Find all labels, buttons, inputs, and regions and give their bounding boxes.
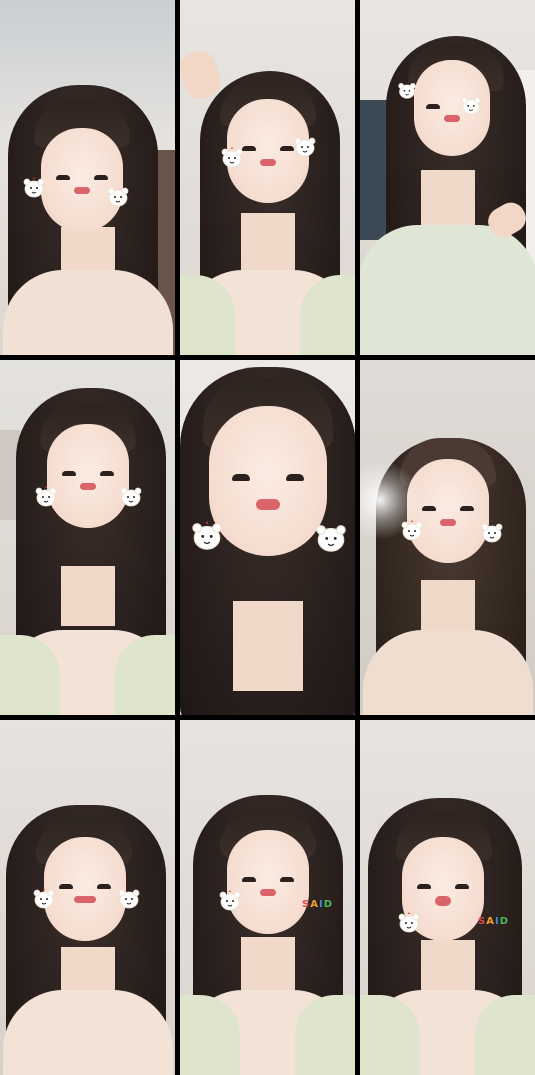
hanging-clothes (360, 100, 388, 240)
left-eye (231, 473, 250, 481)
bear-sticker-icon (293, 134, 317, 158)
sweater (360, 225, 535, 355)
said-sticker-text: SAID (302, 900, 333, 910)
right-eye (93, 174, 108, 180)
neck (420, 170, 475, 231)
bear-sticker-icon (220, 145, 244, 169)
bear-sticker-icon (32, 886, 56, 910)
photo-cell-6[interactable] (360, 360, 535, 715)
said-letter-4: D (323, 899, 333, 910)
lips (79, 483, 96, 491)
bear-sticker-icon (190, 518, 224, 552)
right-eye (285, 473, 304, 481)
face (226, 830, 309, 935)
shoulders (2, 270, 173, 355)
face (406, 459, 489, 564)
neck (232, 601, 303, 692)
photo-cell-9[interactable]: SAID (360, 720, 535, 1075)
neck (240, 936, 295, 997)
bear-sticker-icon (22, 175, 46, 199)
said-letter-2: A (310, 899, 319, 910)
lips (443, 115, 460, 123)
bear-sticker-icon (119, 484, 143, 508)
right-eye (279, 146, 294, 152)
photo-cell-7[interactable] (0, 720, 175, 1075)
bear-sticker-icon (480, 520, 504, 544)
photo-cell-1[interactable] (0, 0, 175, 355)
left-eye (55, 174, 70, 180)
left-eye (241, 876, 256, 882)
bear-sticker-icon (34, 484, 58, 508)
right-eye (454, 883, 469, 889)
right-eye (96, 883, 111, 889)
said-letter-1: S (478, 916, 487, 927)
said-sticker-text: SAID (478, 917, 509, 927)
face (208, 406, 327, 557)
left-eye (421, 506, 436, 512)
bear-sticker-icon (397, 80, 417, 100)
neck (240, 213, 295, 273)
photo-cell-2[interactable] (180, 0, 355, 355)
left-eye (61, 470, 76, 476)
said-letter-4: D (499, 916, 509, 927)
photo-cell-4[interactable] (0, 360, 175, 715)
lips (439, 518, 456, 526)
photo-cell-5[interactable] (180, 360, 355, 715)
lips (73, 187, 90, 195)
lips (259, 158, 276, 166)
right-eye (459, 506, 474, 512)
shoulders (362, 630, 533, 715)
photo-cell-8[interactable]: SAID (180, 720, 355, 1075)
lips (434, 896, 451, 907)
said-letter-1: S (302, 899, 311, 910)
neck (60, 565, 115, 626)
lips (259, 889, 276, 897)
bear-sticker-icon (400, 518, 424, 542)
photo-cell-3[interactable] (360, 0, 535, 355)
said-letter-2: A (486, 916, 495, 927)
left-eye (416, 883, 431, 889)
face (40, 127, 123, 232)
face (46, 423, 129, 528)
left-eye (425, 103, 440, 109)
lips (73, 896, 96, 904)
photo-grid: SAID SAID (0, 0, 535, 1075)
bear-sticker-icon (460, 94, 482, 116)
bear-sticker-icon (117, 886, 141, 910)
bear-sticker-icon (106, 184, 130, 208)
bear-sticker-icon (397, 910, 421, 934)
bear-sticker-icon (218, 888, 242, 912)
right-eye (99, 470, 114, 476)
shoulders (2, 990, 173, 1075)
bear-sticker-icon (314, 520, 348, 554)
lips (255, 499, 280, 511)
left-eye (58, 883, 73, 889)
right-eye (279, 876, 294, 882)
